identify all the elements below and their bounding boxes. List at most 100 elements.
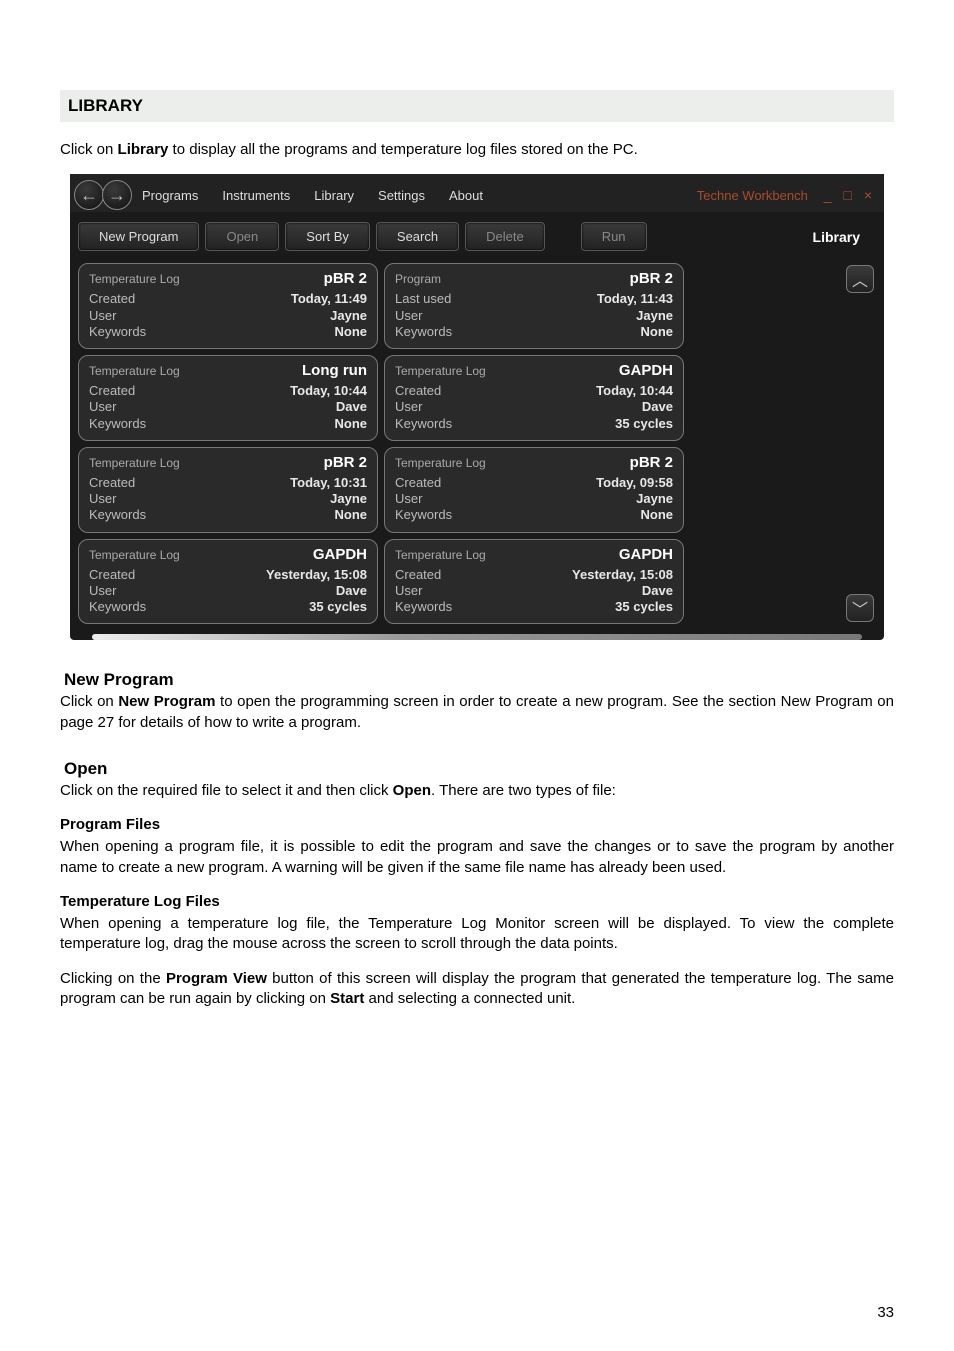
program-files-heading: Program Files	[60, 815, 894, 835]
forward-icon[interactable]: →	[102, 180, 132, 210]
app-title: Techne Workbench	[697, 188, 808, 203]
card-name: pBR 2	[324, 454, 367, 471]
card-name: pBR 2	[324, 270, 367, 287]
new-program-heading: New Program	[64, 670, 894, 690]
horizontal-scrollbar[interactable]	[92, 634, 862, 640]
tab-settings[interactable]: Settings	[378, 188, 425, 203]
window-topbar: ← → Programs Instruments Library Setting…	[70, 174, 884, 212]
tl2-post: and selecting a connected unit.	[364, 990, 575, 1007]
file-card[interactable]: Temperature Log GAPDH CreatedToday, 10:4…	[384, 355, 684, 441]
tl-h: Temperature Log Files	[60, 893, 220, 910]
pf-h: Program Files	[60, 816, 160, 833]
card-row-label: User	[89, 399, 116, 415]
tl2-pre: Clicking on the	[60, 970, 166, 987]
file-card[interactable]: Temperature Log GAPDH CreatedYesterday, …	[78, 539, 378, 625]
card-row-label: Keywords	[89, 416, 146, 432]
card-row-value: Jayne	[330, 308, 367, 324]
card-name: pBR 2	[630, 270, 673, 287]
card-row-value: None	[335, 507, 368, 523]
card-row-value: Today, 10:44	[290, 383, 367, 399]
tab-instruments[interactable]: Instruments	[222, 188, 290, 203]
file-card[interactable]: Temperature Log Long run CreatedToday, 1…	[78, 355, 378, 441]
scrollbar[interactable]: ︿ ﹀	[840, 263, 876, 624]
nav-arrows[interactable]: ← →	[74, 180, 130, 210]
card-row-label: User	[395, 491, 422, 507]
card-row-label: Keywords	[89, 324, 146, 340]
temp-log-heading: Temperature Log Files	[60, 892, 894, 912]
file-card[interactable]: Temperature Log GAPDH Created Yesterday, …	[384, 539, 684, 625]
np-pre: Click on	[60, 693, 118, 710]
search-button[interactable]: Search	[376, 222, 459, 251]
card-row-value: 35 cycles	[309, 599, 367, 615]
card-row-value: None	[335, 324, 368, 340]
tab-programs[interactable]: Programs	[142, 188, 198, 203]
np-bold: New Program	[118, 693, 215, 710]
page-number: 33	[877, 1304, 894, 1321]
intro-bold: Library	[118, 141, 169, 158]
new-program-button[interactable]: New Program	[78, 222, 199, 251]
card-row-label: Keywords	[395, 416, 452, 432]
card-row-label: User	[395, 583, 422, 599]
toolbar: New Program Open Sort By Search Delete R…	[70, 212, 884, 263]
card-name: Long run	[302, 362, 367, 379]
card-row-value: Yesterday, 15:08	[266, 567, 367, 583]
card-row-label: Last used	[395, 291, 451, 307]
card-type: Temperature Log	[89, 364, 180, 378]
card-type: Temperature Log	[89, 456, 180, 470]
open-button[interactable]: Open	[205, 222, 279, 251]
tl2-b1: Program View	[166, 970, 267, 987]
card-row-value: Dave	[336, 399, 367, 415]
section-header: LIBRARY	[60, 90, 894, 122]
card-row-label: Created	[89, 291, 135, 307]
card-row-value: None	[641, 324, 674, 340]
card-name: GAPDH	[619, 362, 673, 379]
card-name: GAPDH	[313, 546, 367, 563]
card-row-value: None	[335, 416, 368, 432]
file-card[interactable]: Temperature Log pBR 2 CreatedToday, 11:4…	[78, 263, 378, 349]
file-card[interactable]: Temperature Log pBR 2 CreatedToday, 10:3…	[78, 447, 378, 533]
card-row-value: Today, 09:58	[596, 475, 673, 491]
intro-suf: to display all the programs and temperat…	[168, 141, 637, 158]
run-button[interactable]: Run	[581, 222, 647, 251]
card-type: Temperature Log	[395, 548, 486, 562]
card-row-label: Created	[395, 567, 441, 583]
card-row-label: Keywords	[395, 507, 452, 523]
card-row-label: User	[89, 583, 116, 599]
card-row-label: User	[89, 308, 116, 324]
cards-col-left: Temperature Log pBR 2 CreatedToday, 11:4…	[78, 263, 378, 624]
op-post: . There are two types of file:	[431, 782, 616, 799]
card-row-value: Today, 10:44	[596, 383, 673, 399]
scroll-down-icon[interactable]: ﹀	[846, 594, 874, 622]
file-card[interactable]: Temperature Log pBR 2 Created Today, 09:5…	[384, 447, 684, 533]
library-label[interactable]: Library	[803, 223, 870, 251]
back-icon[interactable]: ←	[74, 180, 104, 210]
card-row-value: Dave	[336, 583, 367, 599]
card-type: Program	[395, 272, 441, 286]
card-row-value: 35 cycles	[615, 416, 673, 432]
card-name: pBR 2	[630, 454, 673, 471]
tl2-b2: Start	[330, 990, 364, 1007]
card-row-label: Keywords	[89, 599, 146, 615]
card-row-value: Jayne	[330, 491, 367, 507]
tab-about[interactable]: About	[449, 188, 483, 203]
program-files-text: When opening a program file, it is possi…	[60, 837, 894, 878]
card-type: Temperature Log	[395, 456, 486, 470]
cards-col-right: Program pBR 2 Last usedToday, 11:43 User…	[384, 263, 684, 624]
card-row-label: Keywords	[89, 507, 146, 523]
tab-library[interactable]: Library	[314, 188, 354, 203]
new-program-text: Click on New Program to open the program…	[60, 692, 894, 733]
delete-button[interactable]: Delete	[465, 222, 545, 251]
open-heading: Open	[64, 759, 894, 779]
window-controls[interactable]: _ □ ×	[824, 187, 876, 203]
card-row-label: Created	[395, 475, 441, 491]
card-row-value: Yesterday, 15:08	[572, 567, 673, 583]
op-bold: Open	[393, 782, 431, 799]
scroll-up-icon[interactable]: ︿	[846, 265, 874, 293]
card-row-label: User	[395, 399, 422, 415]
card-row-label: Created	[395, 383, 441, 399]
intro-pre: Click on	[60, 141, 118, 158]
sort-by-button[interactable]: Sort By	[285, 222, 370, 251]
card-name: GAPDH	[619, 546, 673, 563]
file-card[interactable]: Program pBR 2 Last usedToday, 11:43 User…	[384, 263, 684, 349]
library-window: ← → Programs Instruments Library Setting…	[70, 174, 884, 640]
